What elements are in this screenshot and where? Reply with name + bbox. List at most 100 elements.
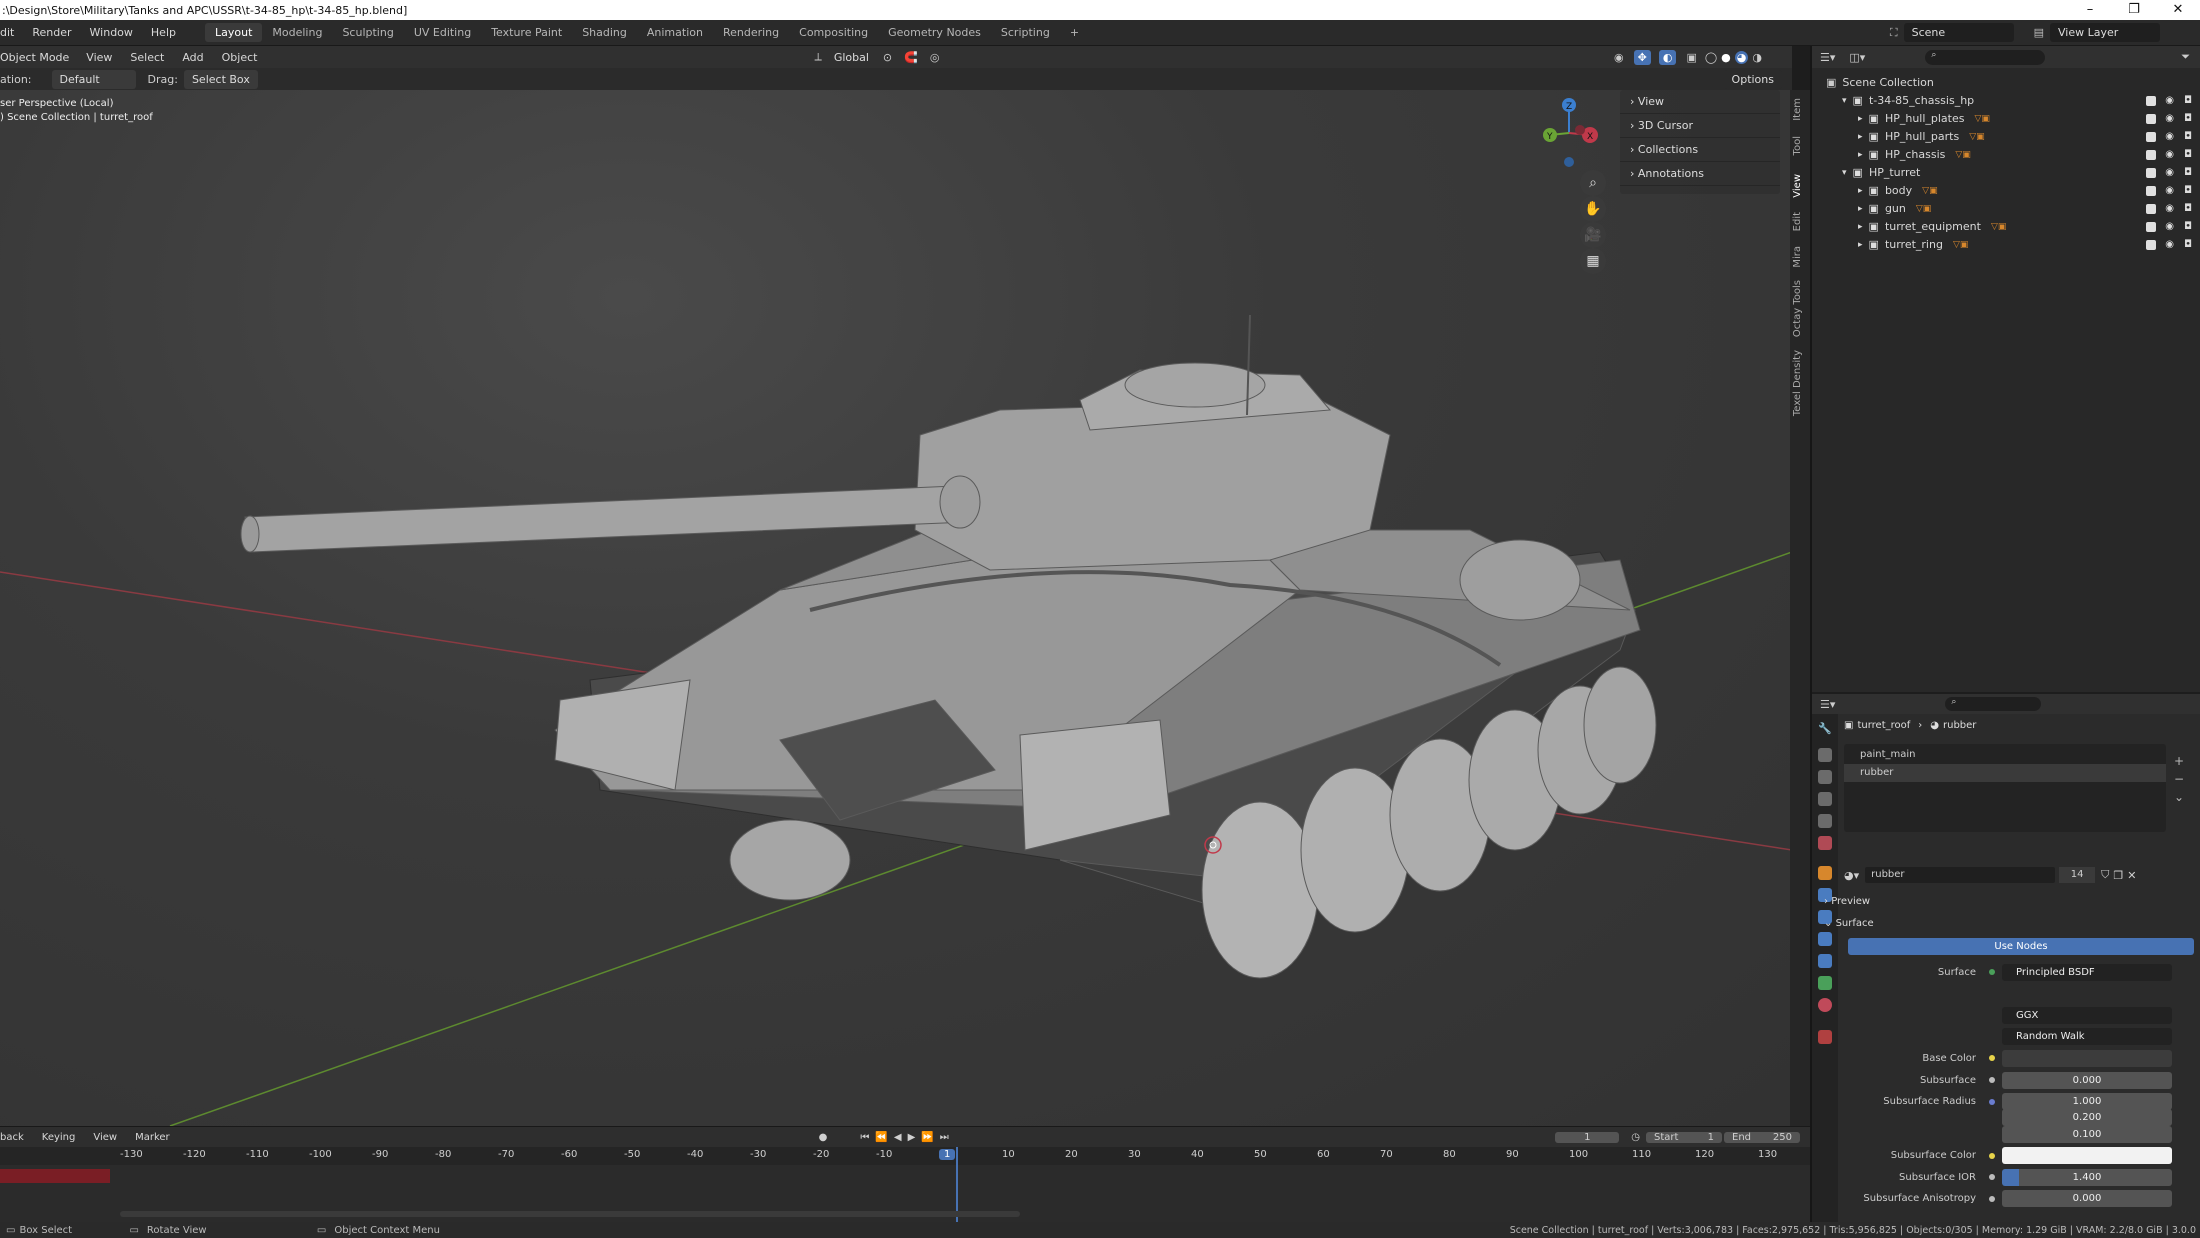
mode-selector[interactable]: Object Mode	[0, 47, 78, 67]
unlink-material-icon[interactable]: ✕	[2127, 869, 2136, 882]
view-layer-tab-icon[interactable]	[1818, 792, 1832, 806]
exclude-checkbox[interactable]	[2146, 240, 2156, 250]
property-field[interactable]	[2002, 1147, 2172, 1165]
collapsed-arrow-icon[interactable]: ▸	[1858, 200, 1863, 218]
display-mode-icon[interactable]: ◫▾	[1849, 51, 1865, 64]
render-camera-icon[interactable]: ◘	[2184, 146, 2192, 164]
material-browse-icon[interactable]: ◕▾	[1844, 869, 1859, 882]
end-frame-field[interactable]: End 250	[1724, 1131, 1800, 1143]
side-tab-item[interactable]: Item	[1792, 98, 1808, 121]
socket-dot-icon[interactable]	[1989, 1098, 1995, 1105]
side-tab-view[interactable]: View	[1792, 174, 1808, 198]
workspace-tab-rendering[interactable]: Rendering	[713, 23, 789, 42]
properties-search-field[interactable]: ⌕	[1945, 697, 2042, 711]
socket-dot-icon[interactable]	[1989, 1077, 1995, 1083]
record-icon[interactable]: ●	[819, 1132, 828, 1143]
property-field[interactable]: 0.000	[2002, 1190, 2172, 1208]
outliner-item[interactable]: ▸ ▣ HP_chassis ▽▣ ◉ ◘	[1812, 146, 2200, 164]
outliner-item[interactable]: ▸ ▣ HP_hull_plates ▽▣ ◉ ◘	[1812, 110, 2200, 128]
eye-icon[interactable]: ◉	[2165, 92, 2174, 110]
pan-hand-icon[interactable]: ✋	[1580, 196, 1606, 222]
side-tab-octay-tools[interactable]: Octay Tools	[1792, 280, 1808, 337]
jump-end-icon[interactable]: ⏭	[940, 1132, 949, 1143]
object-tab-icon[interactable]	[1818, 866, 1832, 880]
collapsed-arrow-icon[interactable]: ▸	[1858, 182, 1863, 200]
clock-icon[interactable]: ◷	[1631, 1132, 1640, 1143]
menu-marker[interactable]: Marker	[126, 1132, 179, 1143]
proportional-edit-icon[interactable]: ◎	[930, 51, 940, 64]
duplicate-material-icon[interactable]: ❐	[2113, 869, 2123, 882]
eye-icon[interactable]: ◉	[2165, 128, 2174, 146]
property-field[interactable]: Principled BSDF	[2002, 963, 2172, 981]
workspace-tab-animation[interactable]: Animation	[637, 23, 713, 42]
outliner-item[interactable]: ▸ ▣ turret_ring ▽▣ ◉ ◘	[1812, 236, 2200, 254]
panel-annotations[interactable]: › Annotations	[1620, 162, 1780, 186]
menu-timeline-view[interactable]: View	[84, 1132, 126, 1143]
outliner-item[interactable]: ▸ ▣ turret_equipment ▽▣ ◉ ◘	[1812, 218, 2200, 236]
orientation-dropdown[interactable]: Default	[51, 69, 136, 89]
menu-help[interactable]: Help	[142, 26, 185, 39]
render-camera-icon[interactable]: ◘	[2184, 182, 2192, 200]
outliner-item[interactable]: ▸ ▣ gun ▽▣ ◉ ◘	[1812, 200, 2200, 218]
eye-icon[interactable]: ◉	[2165, 164, 2174, 182]
timeline-ruler[interactable]: -130 -120 -110 -100 -90 -80 -70 -60 -50 -40 -30 -20…	[0, 1147, 1810, 1165]
play-icon[interactable]: ▶	[908, 1132, 916, 1143]
view-layer-selector[interactable]: View Layer	[2050, 23, 2160, 42]
zoom-icon[interactable]: ⌕	[1580, 170, 1606, 196]
render-camera-icon[interactable]: ◘	[2184, 128, 2192, 146]
exclude-checkbox[interactable]	[2146, 168, 2156, 178]
workspace-tab-uv-editing[interactable]: UV Editing	[404, 23, 481, 42]
outliner-scene-collection[interactable]: ▣ Scene Collection	[1812, 74, 2200, 92]
panel-view[interactable]: › View	[1620, 90, 1780, 114]
shading-solid-icon[interactable]: ●	[1721, 51, 1731, 64]
section-surface[interactable]: ⌄ Surface	[1824, 914, 2194, 934]
workspace-tab-geometry-nodes[interactable]: Geometry Nodes	[878, 23, 991, 42]
menu-playback[interactable]: back	[0, 1132, 33, 1143]
shading-rendered-icon[interactable]: ◑	[1752, 51, 1762, 64]
timeline-scrollbar[interactable]	[120, 1211, 1020, 1217]
render-camera-icon[interactable]: ◘	[2184, 110, 2192, 128]
socket-dot-icon[interactable]	[1989, 969, 1995, 975]
workspace-tab-layout[interactable]: Layout	[204, 23, 263, 42]
workspace-tab-shading[interactable]: Shading	[572, 23, 637, 42]
collapsed-arrow-icon[interactable]: ▸	[1858, 236, 1863, 254]
maximize-button[interactable]: ❐	[2112, 0, 2156, 20]
pivot-icon[interactable]: ⊙	[883, 51, 892, 64]
material-user-count[interactable]: 14	[2059, 867, 2096, 883]
jump-start-icon[interactable]: ⏮	[860, 1132, 869, 1143]
render-camera-icon[interactable]: ◘	[2184, 236, 2192, 254]
side-tab-tool[interactable]: Tool	[1792, 136, 1808, 155]
shading-wireframe-icon[interactable]: ◯	[1705, 51, 1717, 64]
material-slot-rubber[interactable]: rubber	[1844, 764, 2166, 782]
exclude-checkbox[interactable]	[2146, 150, 2156, 160]
prev-keyframe-icon[interactable]: ⏪	[875, 1132, 887, 1143]
shading-material-icon[interactable]: ◕	[1734, 50, 1749, 64]
material-slot-paint-main[interactable]: paint_main	[1844, 746, 2166, 764]
material-name-field[interactable]: rubber	[1865, 867, 2056, 883]
editor-type-icon[interactable]: ☰▾	[1820, 51, 1835, 64]
property-field[interactable]: 0.000	[2002, 1071, 2172, 1089]
output-tab-icon[interactable]	[1818, 770, 1832, 784]
collapsed-arrow-icon[interactable]: ▸	[1858, 110, 1863, 128]
play-reverse-icon[interactable]: ◀	[894, 1132, 902, 1143]
outliner-search-field[interactable]: ⌕	[1925, 49, 2046, 65]
exclude-checkbox[interactable]	[2146, 186, 2156, 196]
remove-slot-icon[interactable]: −	[2174, 770, 2184, 788]
gizmo-toggle-icon[interactable]: ✥	[1633, 49, 1651, 65]
visibility-icon[interactable]: ◉	[1614, 51, 1624, 64]
exclude-checkbox[interactable]	[2146, 204, 2156, 214]
eye-icon[interactable]: ◉	[2165, 182, 2174, 200]
outliner-item[interactable]: ▾ ▣ HP_turret ◉ ◘	[1812, 164, 2200, 182]
physics-tab-icon[interactable]	[1818, 932, 1832, 946]
exclude-checkbox[interactable]	[2146, 132, 2156, 142]
start-frame-field[interactable]: Start 1	[1646, 1131, 1722, 1143]
menu-add[interactable]: Add	[173, 51, 212, 64]
eye-icon[interactable]: ◉	[2165, 200, 2174, 218]
transform-orientation-dropdown[interactable]: Global	[825, 47, 877, 67]
render-camera-icon[interactable]: ◘	[2184, 200, 2192, 218]
panel-3d-cursor[interactable]: › 3D Cursor	[1620, 114, 1780, 138]
socket-dot-icon[interactable]	[1989, 1174, 1995, 1181]
render-camera-icon[interactable]: ◘	[2184, 92, 2192, 110]
slot-menu-icon[interactable]: ⌄	[2174, 788, 2184, 806]
panel-collections[interactable]: › Collections	[1620, 138, 1780, 162]
